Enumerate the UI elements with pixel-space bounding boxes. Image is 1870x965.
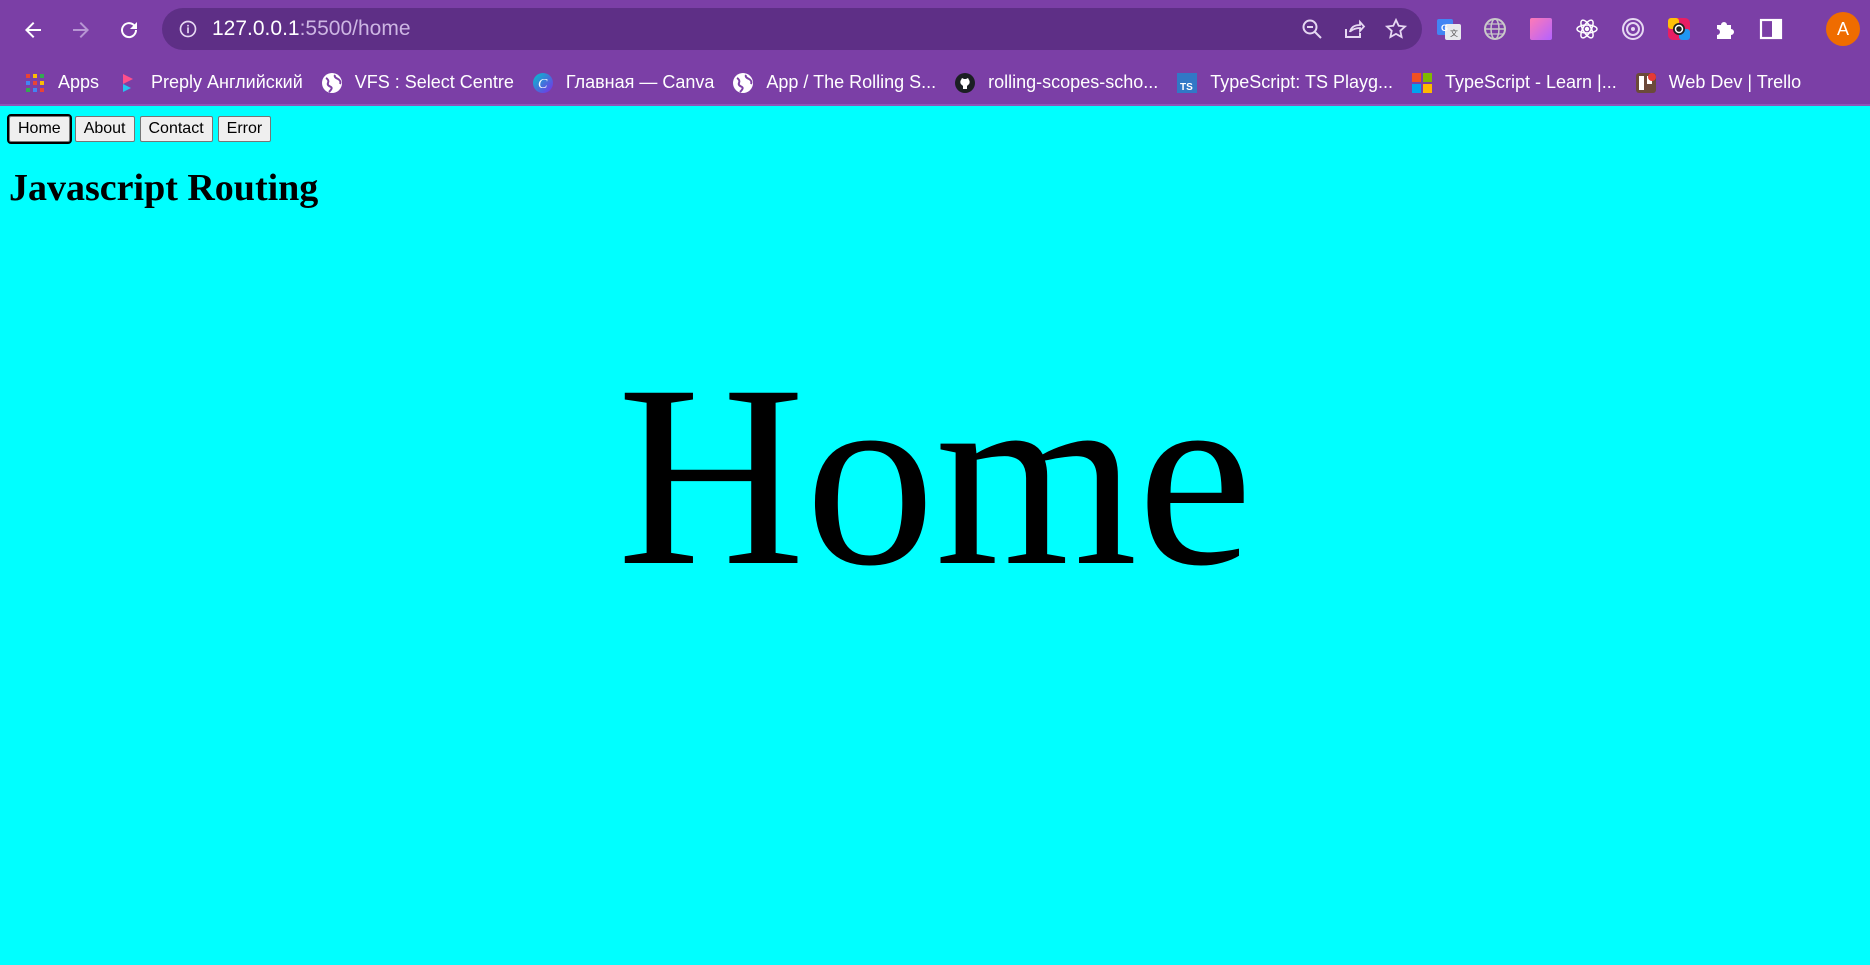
page-title: Javascript Routing — [9, 167, 319, 209]
bookmark-star-icon[interactable] — [1384, 17, 1408, 41]
svg-text:TS: TS — [1180, 82, 1193, 93]
bookmark-github[interactable]: rolling-scopes-scho... — [950, 66, 1172, 100]
bookmark-label: Apps — [58, 72, 100, 92]
bookmarks-bar: Apps Preply Английский VFS : Select Cent… — [0, 59, 1870, 106]
url-path: :5500/home — [299, 17, 411, 40]
bookmark-trello[interactable]: Web Dev | Trello — [1631, 66, 1815, 100]
page-content: Home About Contact Error Javascript Rout… — [0, 106, 1870, 965]
globe-icon — [732, 72, 754, 94]
browser-chrome: 127.0.0.1:5500/home G文 A Apps Preply Ан… — [0, 0, 1870, 106]
svg-text:文: 文 — [1450, 28, 1458, 38]
route-nav: Home About Contact Error — [7, 114, 272, 144]
globe-extension-icon[interactable] — [1482, 16, 1508, 42]
back-arrow-icon — [25, 21, 41, 38]
bookmark-label: TypeScript - Learn |... — [1444, 72, 1617, 92]
url-host: 127.0.0.1 — [212, 17, 300, 40]
color-picker-icon[interactable] — [1666, 16, 1692, 42]
target-extension-icon[interactable] — [1620, 16, 1646, 42]
github-icon — [954, 72, 976, 94]
browser-toolbar: 127.0.0.1:5500/home G文 A — [0, 0, 1870, 59]
profile-avatar[interactable]: A — [1826, 12, 1860, 46]
bookmark-label: VFS : Select Centre — [354, 72, 514, 92]
bookmark-label: TypeScript: TS Playg... — [1210, 72, 1393, 92]
side-panel-icon[interactable] — [1758, 16, 1784, 42]
nav-error-button[interactable]: Error — [217, 116, 272, 142]
bookmark-label: Главная — Canva — [565, 72, 715, 92]
forward-arrow-icon — [73, 21, 89, 38]
trello-icon — [1635, 72, 1657, 94]
react-devtools-icon[interactable] — [1574, 16, 1600, 42]
google-translate-icon[interactable]: G文 — [1436, 16, 1462, 42]
share-icon[interactable] — [1342, 17, 1366, 41]
svg-text:G: G — [1441, 23, 1448, 33]
site-info-icon[interactable] — [178, 19, 198, 39]
bookmark-label: rolling-scopes-scho... — [988, 72, 1159, 92]
gradient-extension-icon[interactable] — [1528, 16, 1554, 42]
typescript-icon: TS — [1176, 72, 1198, 94]
bookmark-label: Web Dev | Trello — [1668, 72, 1802, 92]
address-bar[interactable]: 127.0.0.1:5500/home — [162, 8, 1422, 50]
canva-icon: C — [532, 72, 554, 94]
reload-button[interactable] — [105, 6, 153, 54]
nav-about-button[interactable]: About — [74, 116, 135, 142]
extensions-bar: G文 — [1436, 8, 1784, 50]
bookmark-ts-learn[interactable]: TypeScript - Learn |... — [1407, 66, 1631, 100]
globe-icon — [321, 72, 343, 94]
route-content: Home — [617, 332, 1253, 620]
bookmark-ts-playground[interactable]: TS TypeScript: TS Playg... — [1172, 66, 1407, 100]
zoom-icon[interactable] — [1300, 17, 1324, 41]
bookmark-preply[interactable]: Preply Английский — [113, 66, 317, 100]
bookmark-label: Preply Английский — [151, 72, 303, 92]
reload-icon — [121, 21, 138, 38]
forward-button[interactable] — [57, 6, 105, 54]
bookmark-vfs[interactable]: VFS : Select Centre — [317, 66, 528, 100]
bookmark-canva[interactable]: C Главная — Canva — [528, 66, 729, 100]
preply-icon — [117, 72, 139, 94]
back-button[interactable] — [9, 6, 57, 54]
nav-contact-button[interactable]: Contact — [139, 116, 213, 142]
apps-grid-icon — [24, 72, 46, 94]
svg-text:C: C — [538, 77, 548, 92]
puzzle-extensions-icon[interactable] — [1712, 16, 1738, 42]
microsoft-icon — [1411, 72, 1433, 94]
bookmark-rolling-scopes-app[interactable]: App / The Rolling S... — [728, 66, 950, 100]
bookmark-apps[interactable]: Apps — [20, 66, 113, 100]
nav-home-button[interactable]: Home — [7, 114, 72, 144]
bookmark-label: App / The Rolling S... — [766, 72, 937, 92]
